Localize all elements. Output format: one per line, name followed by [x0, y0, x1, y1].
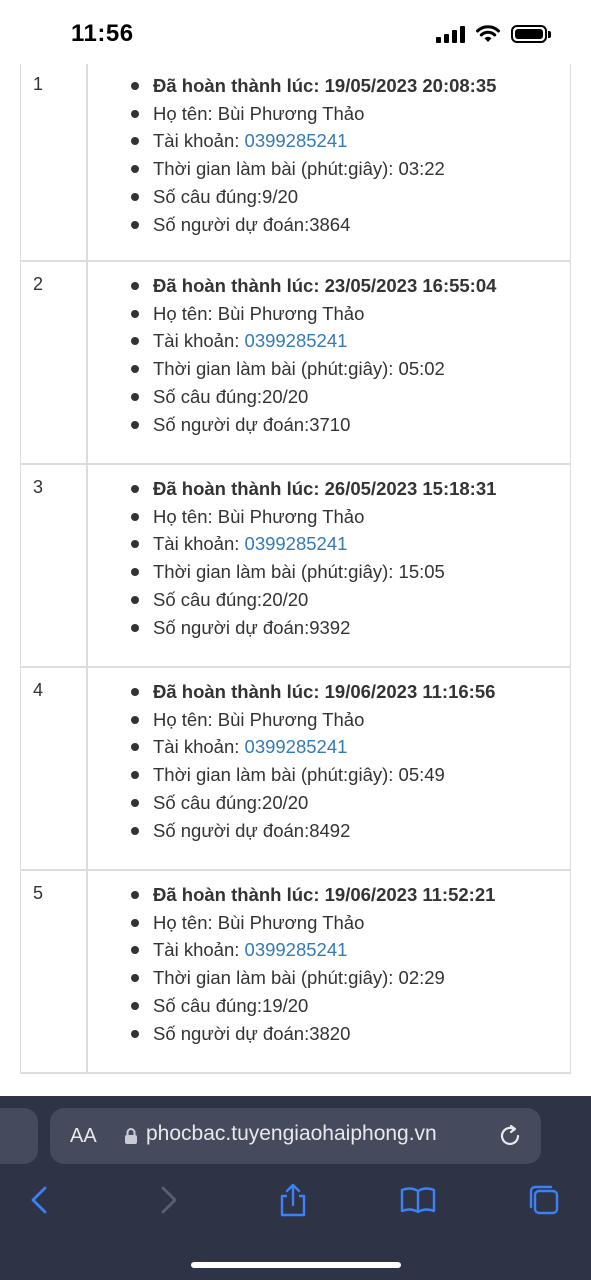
- table-row: 5 Đã hoàn thành lúc: 19/06/2023 11:52:21…: [20, 871, 571, 1074]
- row-details: Đã hoàn thành lúc: 19/06/2023 11:16:56 H…: [88, 668, 570, 869]
- full-name: Họ tên: Bùi Phương Thảo: [100, 300, 570, 328]
- row-details: Đã hoàn thành lúc: 19/06/2023 11:52:21 H…: [88, 871, 570, 1072]
- table-row: 2 Đã hoàn thành lúc: 23/05/2023 16:55:04…: [20, 262, 571, 465]
- account-link[interactable]: 0399285241: [245, 736, 348, 757]
- account-line: Tài khoản: 0399285241: [100, 530, 570, 558]
- table-row: 3 Đã hoàn thành lúc: 26/05/2023 15:18:31…: [20, 465, 571, 668]
- duration: Thời gian làm bài (phút:giây): 03:22: [100, 155, 570, 183]
- account-link[interactable]: 0399285241: [245, 130, 348, 151]
- clock: 11:56: [71, 20, 134, 47]
- home-indicator: [191, 1262, 401, 1268]
- account-link[interactable]: 0399285241: [245, 533, 348, 554]
- account-label: Tài khoản:: [153, 330, 245, 352]
- previous-tab-preview[interactable]: [0, 1108, 38, 1164]
- account-label: Tài khoản:: [153, 736, 245, 758]
- row-index: 5: [21, 871, 88, 1072]
- duration: Thời gian làm bài (phút:giây): 05:49: [100, 761, 570, 789]
- prediction-count: Số người dự đoán:3710: [100, 411, 570, 439]
- account-link[interactable]: 0399285241: [245, 939, 348, 960]
- row-index: 2: [21, 262, 88, 463]
- row-index: 3: [21, 465, 88, 666]
- status-bar: 11:56: [0, 0, 591, 64]
- wifi-icon: [476, 25, 500, 42]
- forward-icon: [161, 1186, 177, 1214]
- reload-icon[interactable]: [497, 1123, 523, 1149]
- battery-icon: [511, 25, 551, 43]
- full-name: Họ tên: Bùi Phương Thảo: [100, 503, 570, 531]
- cellular-signal-icon: [436, 25, 465, 43]
- back-icon[interactable]: [22, 1182, 58, 1218]
- account-line: Tài khoản: 0399285241: [100, 936, 570, 964]
- url-text: phocbac.tuyengiaohaiphong.vn: [146, 1122, 437, 1145]
- account-label: Tài khoản:: [153, 939, 245, 961]
- row-index: 1: [21, 64, 88, 260]
- duration: Thời gian làm bài (phút:giây): 05:02: [100, 355, 570, 383]
- status-icons: [436, 24, 551, 44]
- row-details: Đã hoàn thành lúc: 23/05/2023 16:55:04 H…: [88, 262, 570, 463]
- text-size-button[interactable]: AA: [70, 1125, 97, 1148]
- full-name: Họ tên: Bùi Phương Thảo: [100, 100, 570, 128]
- duration: Thời gian làm bài (phút:giây): 15:05: [100, 558, 570, 586]
- account-line: Tài khoản: 0399285241: [100, 127, 570, 155]
- completed-time: Đã hoàn thành lúc: 26/05/2023 15:18:31: [100, 475, 570, 503]
- completed-time: Đã hoàn thành lúc: 19/06/2023 11:52:21: [100, 881, 570, 909]
- bookmarks-icon[interactable]: [400, 1182, 436, 1218]
- share-icon[interactable]: [275, 1182, 311, 1218]
- account-line: Tài khoản: 0399285241: [100, 733, 570, 761]
- lock-icon: [125, 1128, 137, 1144]
- correct-answers: Số câu đúng:9/20: [100, 183, 570, 211]
- account-link[interactable]: 0399285241: [245, 330, 348, 351]
- completed-time: Đã hoàn thành lúc: 19/05/2023 20:08:35: [100, 72, 570, 100]
- prediction-count: Số người dự đoán:3864: [100, 211, 570, 239]
- duration: Thời gian làm bài (phút:giây): 02:29: [100, 964, 570, 992]
- row-details: Đã hoàn thành lúc: 26/05/2023 15:18:31 H…: [88, 465, 570, 666]
- table-row: 4 Đã hoàn thành lúc: 19/06/2023 11:16:56…: [20, 668, 571, 871]
- browser-toolbar: AA phocbac.tuyengiaohaiphong.vn: [0, 1096, 591, 1280]
- account-line: Tài khoản: 0399285241: [100, 327, 570, 355]
- row-details: Đã hoàn thành lúc: 19/05/2023 20:08:35 H…: [88, 64, 570, 260]
- prediction-count: Số người dự đoán:8492: [100, 817, 570, 845]
- correct-answers: Số câu đúng:20/20: [100, 586, 570, 614]
- correct-answers: Số câu đúng:19/20: [100, 992, 570, 1020]
- address-bar[interactable]: AA phocbac.tuyengiaohaiphong.vn: [50, 1108, 541, 1164]
- correct-answers: Số câu đúng:20/20: [100, 789, 570, 817]
- correct-answers: Số câu đúng:20/20: [100, 383, 570, 411]
- row-index: 4: [21, 668, 88, 869]
- prediction-count: Số người dự đoán:3820: [100, 1020, 570, 1048]
- full-name: Họ tên: Bùi Phương Thảo: [100, 706, 570, 734]
- results-table: 1 Đã hoàn thành lúc: 19/05/2023 20:08:35…: [20, 64, 571, 1074]
- completed-time: Đã hoàn thành lúc: 23/05/2023 16:55:04: [100, 272, 570, 300]
- account-label: Tài khoản:: [153, 130, 245, 152]
- account-label: Tài khoản:: [153, 533, 245, 555]
- completed-time: Đã hoàn thành lúc: 19/06/2023 11:16:56: [100, 678, 570, 706]
- full-name: Họ tên: Bùi Phương Thảo: [100, 909, 570, 937]
- prediction-count: Số người dự đoán:9392: [100, 614, 570, 642]
- tabs-icon[interactable]: [526, 1182, 562, 1218]
- table-row: 1 Đã hoàn thành lúc: 19/05/2023 20:08:35…: [20, 64, 571, 262]
